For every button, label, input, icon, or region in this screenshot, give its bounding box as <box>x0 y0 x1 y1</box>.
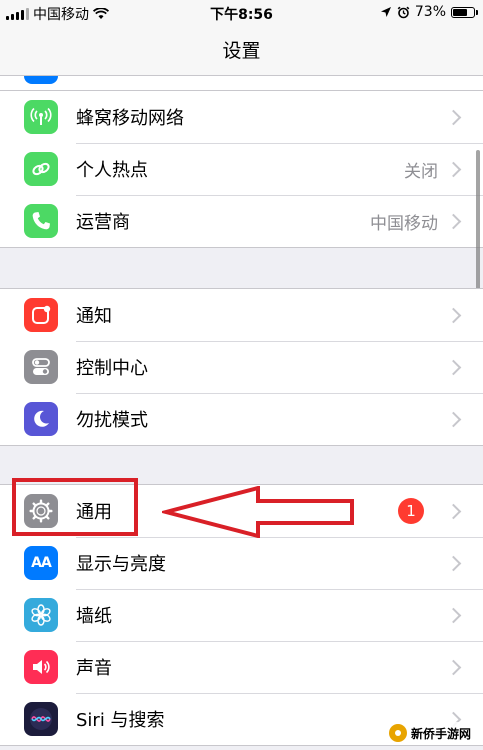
chevron-right-icon <box>445 555 462 571</box>
chevron-right-icon <box>445 161 462 177</box>
settings-row-value: 关闭 <box>404 161 438 182</box>
settings-row-control-center[interactable]: 控制中心 <box>0 341 483 393</box>
partial-row-icon <box>24 76 58 84</box>
settings-row-label: 蜂窝移动网络 <box>76 108 184 129</box>
settings-row-cellular[interactable]: 蜂窝移动网络 <box>0 91 483 143</box>
wallpaper-flower-icon <box>24 598 58 632</box>
status-right: 73% <box>380 4 478 20</box>
location-arrow-icon <box>380 7 391 17</box>
watermark-text: 新侨手游网 <box>410 726 471 741</box>
chevron-right-icon <box>445 607 462 623</box>
settings-group-notifications: 通知 控制中心 勿扰模式 <box>0 288 483 446</box>
speaker-icon <box>24 650 58 684</box>
settings-row-label: 控制中心 <box>76 358 148 379</box>
watermark-logo-icon <box>388 724 407 742</box>
chevron-right-icon <box>445 359 462 375</box>
settings-row-label: 墙纸 <box>76 606 112 627</box>
chevron-right-icon <box>445 213 462 229</box>
control-center-icon <box>24 350 58 384</box>
settings-row-label: 勿扰模式 <box>76 410 148 431</box>
battery-fill <box>453 8 467 16</box>
settings-row-value: 中国移动 <box>370 213 438 234</box>
settings-row-do-not-disturb[interactable]: 勿扰模式 <box>0 393 483 445</box>
annotation-highlight-box <box>12 478 138 536</box>
settings-row-notifications[interactable]: 通知 <box>0 289 483 341</box>
partial-row[interactable] <box>0 76 483 90</box>
page-title: 设置 <box>222 40 261 62</box>
chevron-right-icon <box>445 503 462 519</box>
hotspot-icon <box>24 152 58 186</box>
aa-icon-text: AA <box>31 555 52 571</box>
settings-row-label: 显示与亮度 <box>76 554 166 575</box>
settings-row-hotspot[interactable]: 个人热点 关闭 <box>0 143 483 195</box>
settings-row-label: 声音 <box>76 658 112 679</box>
chevron-right-icon <box>445 411 462 427</box>
settings-row-wallpaper[interactable]: 墙纸 <box>0 589 483 641</box>
antenna-icon <box>24 100 58 134</box>
settings-row-carrier[interactable]: 运营商 中国移动 <box>0 195 483 247</box>
watermark: 新侨手游网 <box>382 722 477 744</box>
scroll-indicator <box>476 150 480 290</box>
settings-row-label: 通知 <box>76 306 112 327</box>
aa-icon: AA <box>24 546 58 580</box>
notification-badge: 1 <box>398 498 424 524</box>
nav-bar: 设置 <box>0 26 483 76</box>
notifications-icon <box>24 298 58 332</box>
settings-row-display-brightness[interactable]: AA 显示与亮度 <box>0 537 483 589</box>
chevron-right-icon <box>445 307 462 323</box>
battery-icon <box>451 6 478 18</box>
siri-icon <box>24 702 58 736</box>
chevron-right-icon <box>445 109 462 125</box>
phone-icon <box>24 204 58 238</box>
moon-icon <box>24 402 58 436</box>
alarm-clock-icon <box>397 6 410 18</box>
settings-row-label: 运营商 <box>76 212 130 233</box>
settings-row-sounds[interactable]: 声音 <box>0 641 483 693</box>
settings-group-network: 蜂窝移动网络 个人热点 关闭 运营商 中国移动 <box>0 90 483 248</box>
chevron-right-icon <box>445 659 462 675</box>
status-bar: 中国移动 下午8:56 73% <box>0 0 483 26</box>
settings-row-label: 个人热点 <box>76 160 148 181</box>
annotation-arrow <box>162 486 354 538</box>
battery-percent: 73% <box>414 4 446 20</box>
